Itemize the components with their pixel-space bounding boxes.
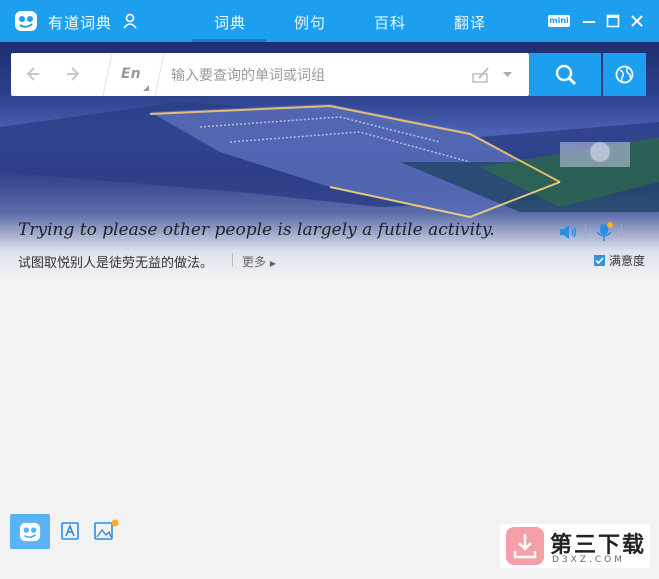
word-book-icon[interactable]: [60, 521, 80, 541]
daily-sentence-english[interactable]: Trying to please other people is largely…: [18, 220, 495, 240]
search-icon: [555, 64, 577, 86]
language-dropdown-icon[interactable]: [143, 85, 149, 91]
download-logo-icon: [506, 527, 544, 565]
app-title: 有道词典: [48, 14, 113, 32]
divider: [232, 253, 233, 267]
divider: [154, 53, 165, 96]
close-icon[interactable]: [630, 12, 644, 30]
more-link[interactable]: 更多 ▶: [242, 253, 276, 270]
tab-examples[interactable]: 例句: [294, 12, 326, 33]
search-input[interactable]: [169, 53, 463, 98]
tab-translate[interactable]: 翻译: [454, 12, 486, 33]
minimize-icon[interactable]: [582, 12, 596, 30]
language-selector[interactable]: En: [121, 66, 141, 82]
web-search-button[interactable]: [603, 53, 646, 96]
divider: [585, 224, 586, 238]
speaker-icon[interactable]: [558, 222, 578, 242]
site-watermark: 第三下载 D3XZ.COM: [500, 524, 650, 568]
search-button[interactable]: [529, 53, 601, 96]
watermark-subtitle: D3XZ.COM: [552, 555, 625, 565]
microphone-icon[interactable]: [595, 222, 613, 242]
dictionary-mode-button[interactable]: [10, 514, 50, 549]
tab-dictionary[interactable]: 词典: [214, 12, 246, 33]
handwriting-icon[interactable]: [471, 66, 491, 84]
user-icon[interactable]: [122, 13, 138, 29]
chevron-right-icon: ▶: [269, 259, 276, 268]
checkbox-icon: [594, 255, 605, 266]
search-bar: En: [11, 53, 529, 98]
globe-icon: [615, 65, 634, 84]
forward-arrow-icon[interactable]: [65, 65, 83, 83]
maximize-icon[interactable]: [606, 12, 620, 30]
chevron-down-icon[interactable]: [503, 72, 512, 78]
divider: [102, 53, 113, 96]
satisfaction-checkbox[interactable]: 满意度: [594, 252, 645, 269]
divider: [621, 224, 622, 238]
image-translate-icon[interactable]: [94, 518, 120, 542]
youdao-logo-icon: [19, 522, 41, 542]
tab-encyclopedia[interactable]: 百科: [374, 12, 406, 33]
title-bar: 有道词典 词典 例句 百科 翻译 mini: [0, 0, 659, 42]
daily-sentence-chinese: 试图取悦别人是徒劳无益的做法。: [18, 256, 214, 271]
back-arrow-icon[interactable]: [23, 65, 41, 83]
youdao-logo-icon: [15, 11, 37, 31]
mini-mode-button[interactable]: mini: [548, 15, 570, 27]
